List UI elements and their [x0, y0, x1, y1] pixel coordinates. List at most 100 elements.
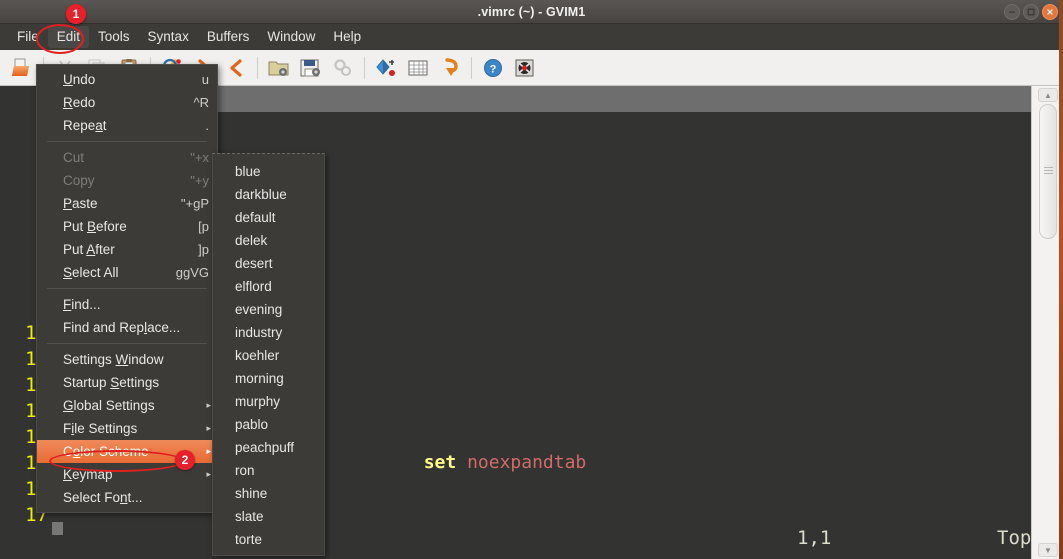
menubar-item-edit[interactable]: Edit [47, 26, 90, 48]
menu-item-label: Paste [63, 196, 98, 211]
vim-value-token: noexpandtab [467, 452, 587, 473]
editor-line-14: set noexpandtab [337, 424, 587, 473]
menu-item-settings-window[interactable]: Settings Window [37, 348, 217, 371]
help-question-icon[interactable]: ? [477, 53, 509, 83]
close-button[interactable] [1042, 4, 1058, 20]
color-scheme-submenu: blue darkblue default delek desert elflo… [212, 153, 325, 556]
menu-item-paste[interactable]: Paste "+gP [37, 192, 217, 215]
menu-item-redo[interactable]: Redo ^R [37, 91, 217, 114]
scrollbar-grip-icon [1044, 167, 1053, 174]
menu-item-accelerator: "+y [190, 173, 209, 188]
menu-item-copy: Copy "+y [37, 169, 217, 192]
colorscheme-item-morning[interactable]: morning [213, 367, 324, 390]
prev-chevron-icon[interactable] [220, 53, 252, 83]
menu-item-startup-settings[interactable]: Startup Settings [37, 371, 217, 394]
colorscheme-item-murphy[interactable]: murphy [213, 390, 324, 413]
run-arrow-icon[interactable] [434, 53, 466, 83]
menu-item-find[interactable]: Find... [37, 293, 217, 316]
menu-separator [47, 288, 207, 289]
menu-separator [47, 343, 207, 344]
menu-item-label: Select All [63, 265, 119, 280]
menubar-item-syntax[interactable]: Syntax [139, 26, 198, 48]
svg-text:?: ? [490, 63, 497, 75]
menu-bar: File Edit Tools Syntax Buffers Window He… [0, 24, 1063, 50]
menu-item-undo[interactable]: Undo u [37, 68, 217, 91]
menu-item-select-font[interactable]: Select Font... [37, 486, 217, 509]
menu-item-label: Redo [63, 95, 96, 110]
colorscheme-item-default[interactable]: default [213, 206, 324, 229]
vim-command-token: set [423, 452, 457, 473]
colorscheme-item-pablo[interactable]: pablo [213, 413, 324, 436]
menu-item-accelerator: "+gP [180, 196, 209, 211]
menu-item-accelerator: ggVG [175, 265, 209, 280]
menu-item-label: Copy [63, 173, 95, 188]
menu-item-find-and-replace[interactable]: Find and Replace... [37, 316, 217, 339]
annotation-badge-2: 2 [175, 450, 195, 470]
scrollbar-thumb[interactable] [1039, 104, 1057, 239]
colorscheme-item-evening[interactable]: evening [213, 298, 324, 321]
find-help-icon[interactable] [509, 53, 541, 83]
scroll-location: Top [997, 527, 1032, 549]
colorscheme-item-torte[interactable]: torte [213, 528, 324, 551]
menu-item-label: Keymap [63, 467, 113, 482]
title-bar: .vimrc (~) - GVIM1 [0, 0, 1063, 24]
menu-item-label: Undo [63, 72, 96, 87]
submenu-arrow-icon: ▸ [206, 446, 211, 456]
menu-item-label: Find and Replace... [63, 320, 181, 335]
colorscheme-item-elflord[interactable]: elflord [213, 275, 324, 298]
menu-item-select-all[interactable]: Select All ggVG [37, 261, 217, 284]
colorscheme-item-ron[interactable]: ron [213, 459, 324, 482]
colorscheme-item-slate[interactable]: slate [213, 505, 324, 528]
scroll-up-arrow-icon[interactable]: ▲ [1038, 88, 1058, 102]
menu-item-file-settings[interactable]: File Settings ▸ [37, 417, 217, 440]
toolbar-separator [364, 56, 365, 79]
toolbar-separator [257, 56, 258, 79]
menu-item-label: Startup Settings [63, 375, 160, 390]
menu-item-label: Find... [63, 297, 101, 312]
desktop-edge-strip [1059, 0, 1063, 559]
menubar-item-tools[interactable]: Tools [89, 26, 139, 48]
scroll-down-arrow-icon[interactable]: ▼ [1038, 543, 1058, 557]
menu-item-global-settings[interactable]: Global Settings ▸ [37, 394, 217, 417]
open-file-icon[interactable] [6, 53, 38, 83]
colorscheme-item-shine[interactable]: shine [213, 482, 324, 505]
colorscheme-item-darkblue[interactable]: darkblue [213, 183, 324, 206]
menu-item-cut: Cut "+x [37, 146, 217, 169]
menubar-item-help[interactable]: Help [324, 26, 370, 48]
menu-item-label: Put Before [63, 219, 127, 234]
menu-item-label: Global Settings [63, 398, 155, 413]
submenu-arrow-icon: ▸ [206, 469, 211, 479]
minimize-button[interactable] [1004, 4, 1020, 20]
menubar-item-buffers[interactable]: Buffers [198, 26, 259, 48]
submenu-arrow-icon: ▸ [206, 400, 211, 410]
menu-item-put-after[interactable]: Put After ]p [37, 238, 217, 261]
menu-item-repeat[interactable]: Repeat . [37, 114, 217, 137]
colorscheme-item-peachpuff[interactable]: peachpuff [213, 436, 324, 459]
menubar-item-file[interactable]: File [8, 26, 48, 48]
grid-table-icon[interactable] [402, 53, 434, 83]
colorscheme-item-desert[interactable]: desert [213, 252, 324, 275]
colorscheme-item-industry[interactable]: industry [213, 321, 324, 344]
menu-item-put-before[interactable]: Put Before [p [37, 215, 217, 238]
annotation-badge-1: 1 [66, 4, 86, 24]
make-session-icon[interactable] [370, 53, 402, 83]
open-folder-config-icon[interactable] [263, 53, 295, 83]
maximize-button[interactable] [1023, 4, 1039, 20]
cursor-position: 1,1 [797, 527, 832, 549]
colorscheme-item-koehler[interactable]: koehler [213, 344, 324, 367]
colorscheme-item-delek[interactable]: delek [213, 229, 324, 252]
toolbar-separator [471, 56, 472, 79]
menu-item-label: Repeat [63, 118, 107, 133]
window-title: .vimrc (~) - GVIM1 [477, 5, 586, 19]
colorscheme-item-blue[interactable]: blue [213, 160, 324, 183]
menu-item-accelerator: ^R [193, 95, 210, 110]
menu-separator [47, 141, 207, 142]
make-gears-icon[interactable] [327, 53, 359, 83]
menu-item-accelerator: "+x [190, 150, 209, 165]
menubar-item-window[interactable]: Window [258, 26, 324, 48]
gvim-window: .vimrc (~) - GVIM1 File Edit Tools Synta… [0, 0, 1063, 559]
menu-item-label: Put After [63, 242, 115, 257]
menu-item-accelerator: . [205, 118, 209, 133]
save-disk-config-icon[interactable] [295, 53, 327, 83]
menu-item-label: Cut [63, 150, 85, 165]
